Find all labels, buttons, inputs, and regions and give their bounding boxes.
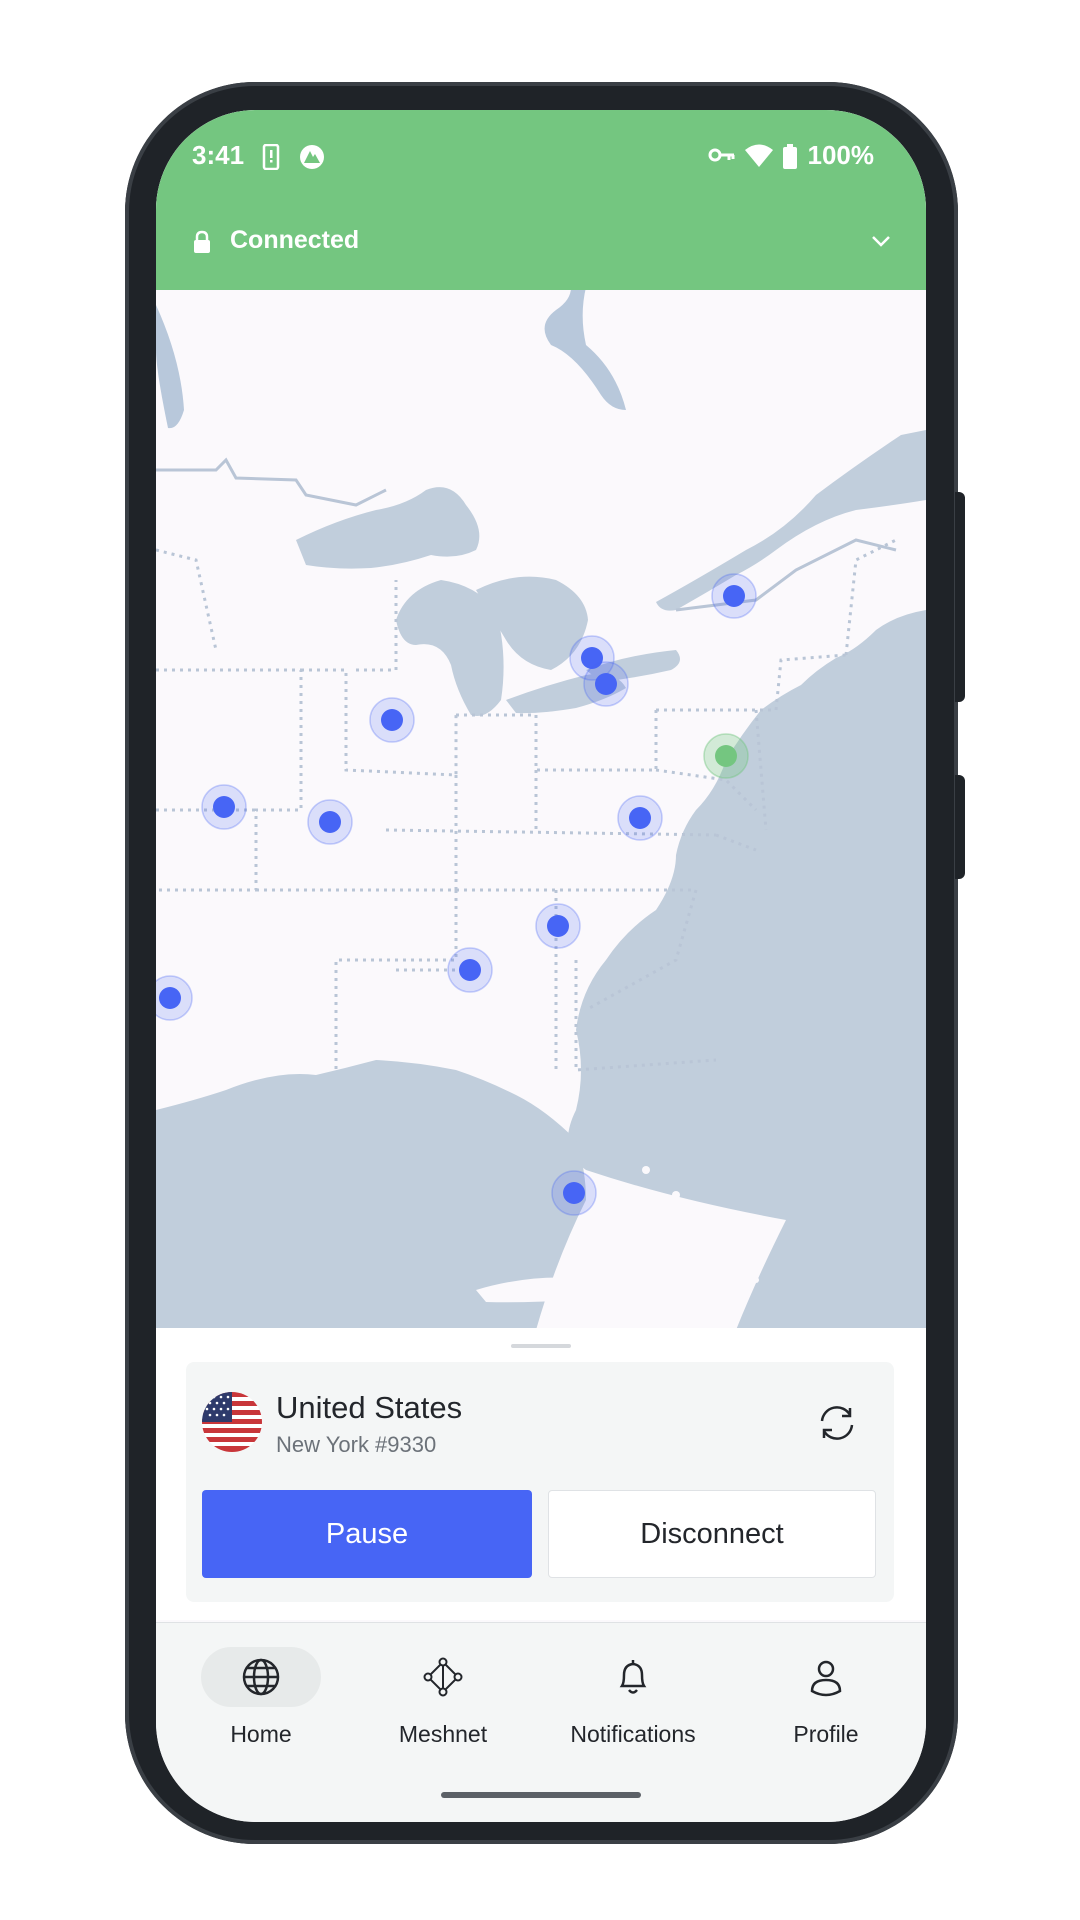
profile-icon: [806, 1657, 846, 1697]
us-flag-icon: [202, 1392, 262, 1452]
status-time: 3:41: [192, 140, 245, 170]
meshnet-icon: [423, 1657, 463, 1697]
refresh-icon[interactable]: [814, 1400, 860, 1446]
power-button: [955, 492, 965, 702]
volume-button: [955, 775, 965, 879]
country-name: United States: [276, 1390, 463, 1425]
pause-button[interactable]: Pause: [202, 1490, 532, 1578]
nav-notifications[interactable]: Notifications: [558, 1647, 708, 1757]
server-marker-kansas-city[interactable]: [201, 784, 247, 830]
wifi-icon: [744, 144, 774, 173]
server-marker-new-york[interactable]: [703, 733, 749, 779]
server-marker-atlanta[interactable]: [447, 947, 493, 993]
nav-notifications-label: Notifications: [570, 1721, 696, 1747]
server-name: New York #9330: [276, 1432, 437, 1457]
server-marker-miami[interactable]: [551, 1170, 597, 1216]
nav-profile-label: Profile: [793, 1721, 859, 1747]
server-marker-dallas[interactable]: [156, 975, 193, 1021]
bell-icon: [613, 1657, 653, 1697]
status-bar: 3:41 100%: [156, 140, 926, 180]
connection-header: 3:41 100% Connected: [156, 110, 926, 290]
phone-screen: 3:41 100% Connected United States New Yo…: [156, 110, 926, 1822]
disconnect-button[interactable]: Disconnect: [548, 1490, 876, 1578]
nav-meshnet-label: Meshnet: [398, 1721, 488, 1747]
server-marker-washington[interactable]: [617, 795, 663, 841]
nordvpn-logo-icon: [298, 144, 326, 175]
globe-icon: [241, 1657, 281, 1697]
lock-icon: [192, 230, 212, 259]
home-indicator[interactable]: [441, 1792, 641, 1798]
nav-home[interactable]: Home: [171, 1647, 321, 1757]
server-map[interactable]: [156, 110, 926, 1330]
nav-profile[interactable]: Profile: [751, 1647, 901, 1757]
nav-home-label: Home: [230, 1721, 292, 1747]
sheet-grabber[interactable]: [511, 1344, 571, 1348]
server-marker-montreal[interactable]: [711, 573, 757, 619]
connection-sheet: United States New York #9330 Pause Disco…: [156, 1328, 926, 1620]
battery-icon: [782, 144, 798, 175]
server-marker-st-louis[interactable]: [307, 799, 353, 845]
battery-percent: 100%: [807, 140, 875, 170]
server-marker-charlotte[interactable]: [535, 903, 581, 949]
server-marker-buffalo[interactable]: [583, 661, 629, 707]
connection-status-text: Connected: [230, 226, 360, 254]
connection-card: United States New York #9330 Pause Disco…: [186, 1362, 894, 1602]
vpn-key-icon: [708, 146, 736, 169]
chevron-down-icon[interactable]: [870, 234, 892, 253]
alert-phone-icon: [262, 143, 280, 175]
server-marker-chicago[interactable]: [369, 697, 415, 743]
connection-status-row[interactable]: Connected: [156, 220, 926, 270]
nav-meshnet[interactable]: Meshnet: [368, 1647, 518, 1757]
